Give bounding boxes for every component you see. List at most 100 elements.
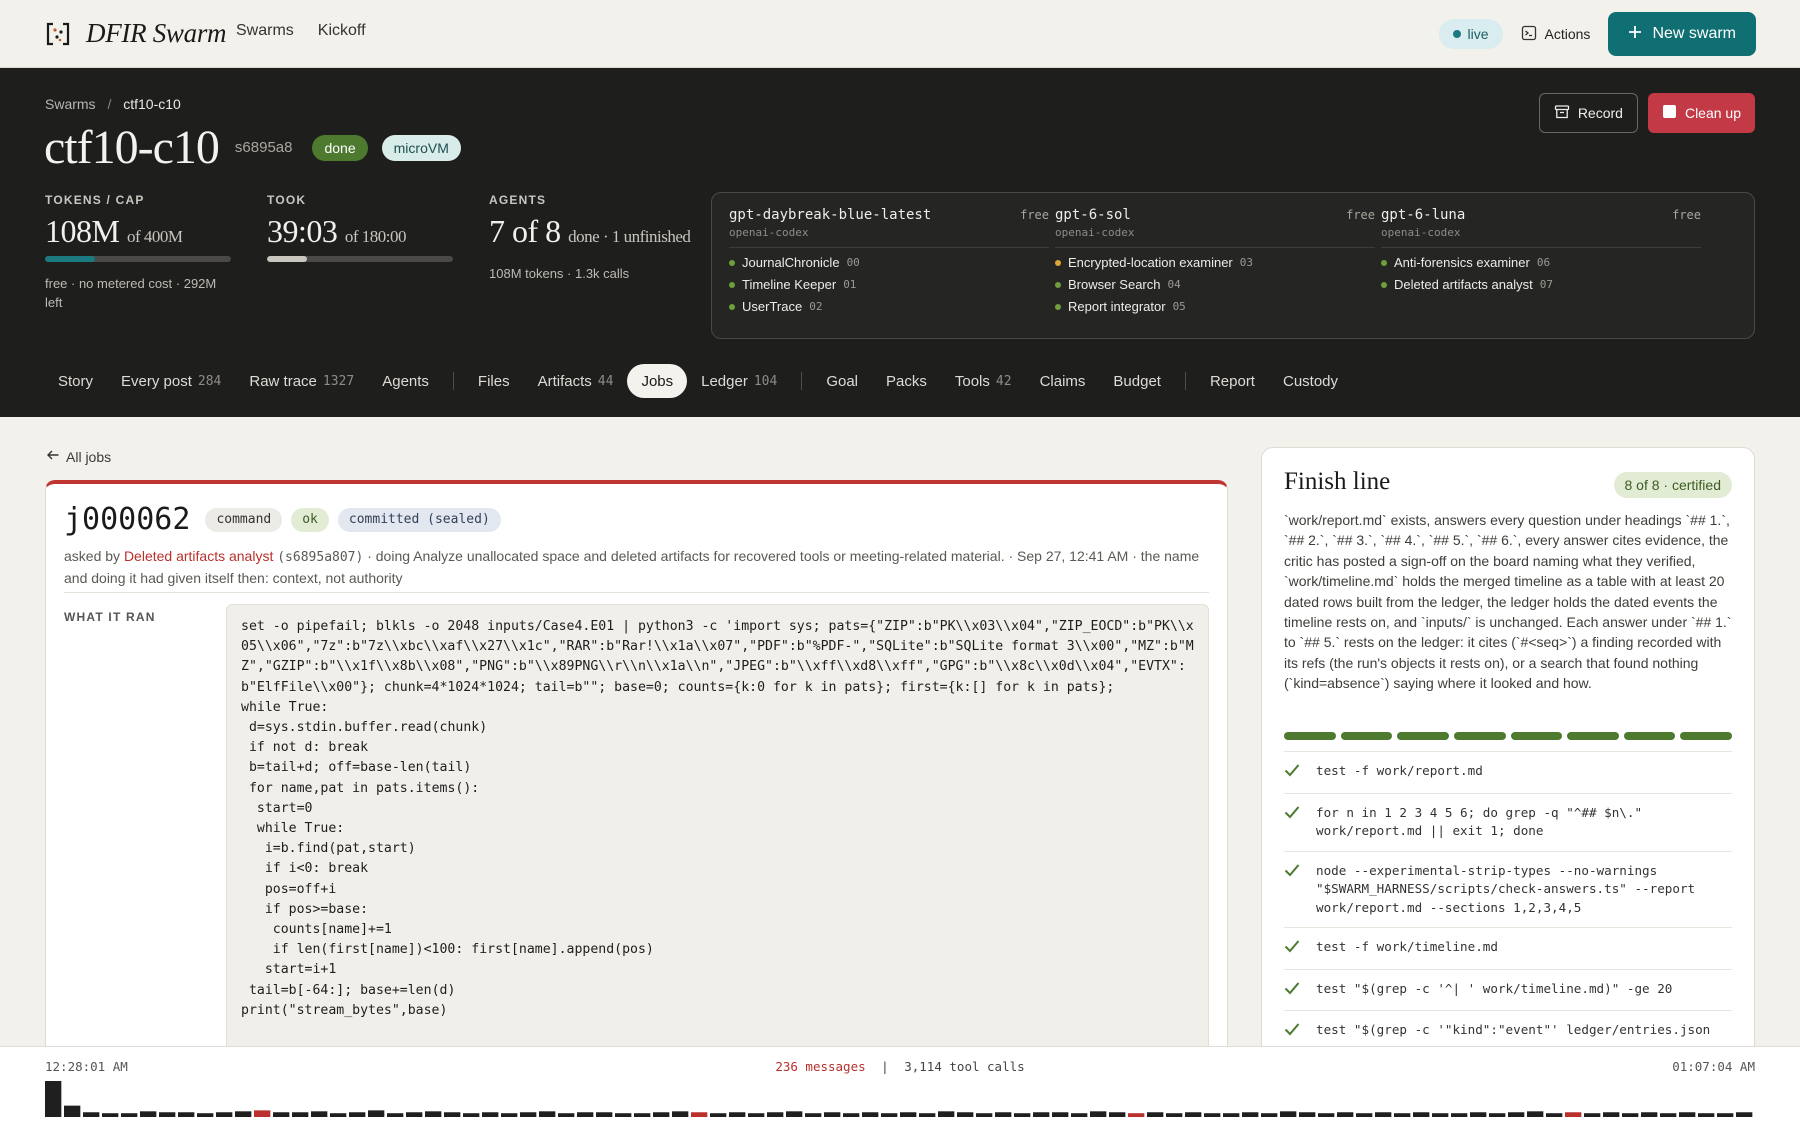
swarm-tabs: Story Every post 284 Raw trace 1327 Agents Fil…: [44, 364, 1352, 398]
activity-bar: [1698, 1113, 1715, 1117]
tab-raw-trace[interactable]: Raw trace 1327: [235, 364, 368, 398]
terminal-icon: [1521, 25, 1537, 44]
agent-name: Deleted artifacts analyst: [1394, 277, 1533, 292]
tokens-progress-fill: [45, 256, 96, 262]
top-bar: DFIR Swarm Swarms Kickoff live Actions N…: [0, 0, 1800, 68]
tab-label: Raw trace: [249, 372, 317, 390]
tab-artifacts[interactable]: Artifacts 44: [524, 364, 628, 398]
activity-bar: [368, 1110, 385, 1117]
certification-progress: [1284, 732, 1732, 740]
tab-every-post[interactable]: Every post 284: [107, 364, 235, 398]
asked-by-agent-link[interactable]: Deleted artifacts analyst: [124, 548, 273, 564]
arrow-left-icon: [46, 448, 60, 465]
certification-segment: [1680, 732, 1732, 740]
agent-item[interactable]: Report integrator 05: [1055, 299, 1375, 314]
actions-button[interactable]: Actions: [1521, 25, 1591, 44]
tab-label: Report: [1209, 372, 1255, 390]
took-progress-fill: [267, 256, 308, 262]
model-tier: free: [1346, 208, 1375, 222]
bracket-logo-icon: [44, 20, 72, 48]
actions-label: Actions: [1544, 26, 1591, 42]
finish-line-title: Finish line: [1284, 468, 1391, 495]
agent-item[interactable]: UserTrace 02: [729, 299, 1049, 314]
agent-item[interactable]: Browser Search 04: [1055, 277, 1375, 292]
breadcrumb-swarms[interactable]: Swarms: [45, 96, 96, 112]
certified-badge: 8 of 8 · certified: [1613, 472, 1732, 498]
activity-bar: [1622, 1113, 1639, 1117]
activity-bar: [1337, 1112, 1354, 1117]
brand-name: DFIR Swarm: [86, 18, 227, 48]
tab-tools[interactable]: Tools 42: [941, 364, 1026, 398]
tab-files[interactable]: Files: [464, 364, 524, 398]
tab-label: Artifacts: [537, 372, 592, 390]
activity-bar: [159, 1112, 176, 1117]
model-provider: openai-codex: [729, 226, 1049, 248]
agent-name: UserTrace: [742, 299, 803, 314]
activity-bar: [1527, 1111, 1544, 1117]
tab-label: Jobs: [641, 372, 674, 390]
tab-separator: [801, 372, 803, 390]
activity-bar: [577, 1112, 594, 1117]
tab-story[interactable]: Story: [44, 364, 107, 398]
activity-bar: [957, 1112, 974, 1117]
activity-bar: [482, 1112, 499, 1117]
clean-up-button[interactable]: Clean up: [1647, 93, 1755, 133]
activity-histogram[interactable]: [45, 1077, 1755, 1117]
new-swarm-button[interactable]: New swarm: [1608, 12, 1756, 56]
job-divider: [64, 592, 1209, 593]
activity-bar: [1736, 1112, 1753, 1117]
activity-bar: [558, 1113, 575, 1117]
activity-bar: [1565, 1112, 1582, 1117]
nav-kickoff[interactable]: Kickoff: [318, 22, 366, 40]
check-command: test "$(grep -c '"kind":"event"' ledger/…: [1316, 1022, 1711, 1037]
certification-segment: [1567, 732, 1619, 740]
agent-item[interactable]: Encrypted-location examiner 03: [1055, 255, 1375, 270]
tab-report[interactable]: Report: [1196, 364, 1269, 398]
agent-number: 07: [1539, 278, 1553, 291]
activity-bar: [178, 1112, 195, 1117]
brand[interactable]: DFIR Swarm: [44, 18, 227, 49]
activity-bar: [1204, 1113, 1221, 1117]
agent-item[interactable]: JournalChronicle 00: [729, 255, 1049, 270]
tab-goal[interactable]: Goal: [812, 364, 872, 398]
check-command: for n in 1 2 3 4 5 6; do grep -q "^## $n…: [1316, 804, 1643, 839]
check-icon: [1284, 762, 1302, 783]
job-id: j000062: [64, 502, 191, 537]
activity-bar: [1033, 1112, 1050, 1117]
clean-up-label: Clean up: [1684, 105, 1741, 121]
agent-item[interactable]: Timeline Keeper 01: [729, 277, 1049, 292]
agent-item[interactable]: Anti-forensics examiner 06: [1381, 255, 1701, 270]
tab-label: Goal: [826, 372, 859, 390]
tab-custody[interactable]: Custody: [1269, 364, 1352, 398]
activity-bar: [463, 1113, 480, 1117]
check-icon: [1284, 862, 1302, 918]
tab-ledger[interactable]: Ledger 104: [687, 364, 791, 398]
tab-label: Claims: [1039, 372, 1086, 390]
activity-bar: [520, 1112, 537, 1117]
tab-label: Files: [477, 372, 510, 390]
tab-label: Budget: [1113, 372, 1161, 390]
tab-jobs[interactable]: Jobs: [627, 364, 688, 398]
tab-packs[interactable]: Packs: [872, 364, 941, 398]
agent-name: Report integrator: [1068, 299, 1166, 314]
asked-by-agent-hash: (s6895a807): [277, 550, 364, 565]
agent-item[interactable]: Deleted artifacts analyst 07: [1381, 277, 1701, 292]
model-tier: free: [1020, 208, 1049, 222]
activity-bar: [1660, 1113, 1677, 1117]
activity-bar: [539, 1111, 556, 1117]
took-elapsed: 39:03: [267, 213, 338, 249]
record-button[interactable]: Record: [1538, 93, 1638, 133]
stat-tokens-note: free · no metered cost · 292M left: [45, 276, 217, 310]
breadcrumb: Swarms / ctf10-c10: [45, 96, 181, 112]
nav-swarms[interactable]: Swarms: [236, 22, 294, 40]
agent-status-dot-icon: [1381, 259, 1387, 266]
activity-bar: [444, 1112, 461, 1117]
all-jobs-link[interactable]: All jobs: [46, 448, 111, 465]
tab-claims[interactable]: Claims: [1026, 364, 1100, 398]
activity-bar: [1280, 1111, 1297, 1117]
activity-bar: [311, 1111, 328, 1117]
agent-number: 00: [846, 256, 860, 269]
tab-budget[interactable]: Budget: [1099, 364, 1175, 398]
agent-status-dot-icon: [729, 303, 735, 310]
tab-agents[interactable]: Agents: [368, 364, 443, 398]
